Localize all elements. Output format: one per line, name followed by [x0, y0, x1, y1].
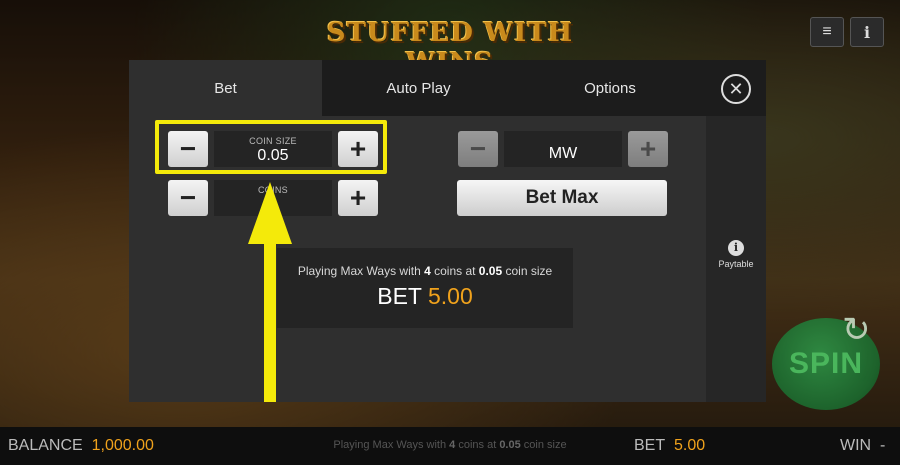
pointer-arrow-head [248, 182, 292, 244]
win-value: - [880, 437, 886, 454]
status-bar: BALANCE 1,000.00 Playing Max Ways with 4… [0, 427, 900, 465]
win-display: WIN - [840, 437, 885, 455]
bet-display: BET 5.00 [634, 437, 705, 455]
bet-value: 5.00 [674, 437, 706, 454]
status-summary-text: Playing Max Ways with 4 coins at 0.05 co… [333, 439, 567, 451]
pointer-arrow-shaft [264, 242, 276, 402]
pointer-arrow [248, 182, 292, 402]
bet-label: BET [634, 437, 666, 454]
win-label: WIN [840, 437, 872, 454]
